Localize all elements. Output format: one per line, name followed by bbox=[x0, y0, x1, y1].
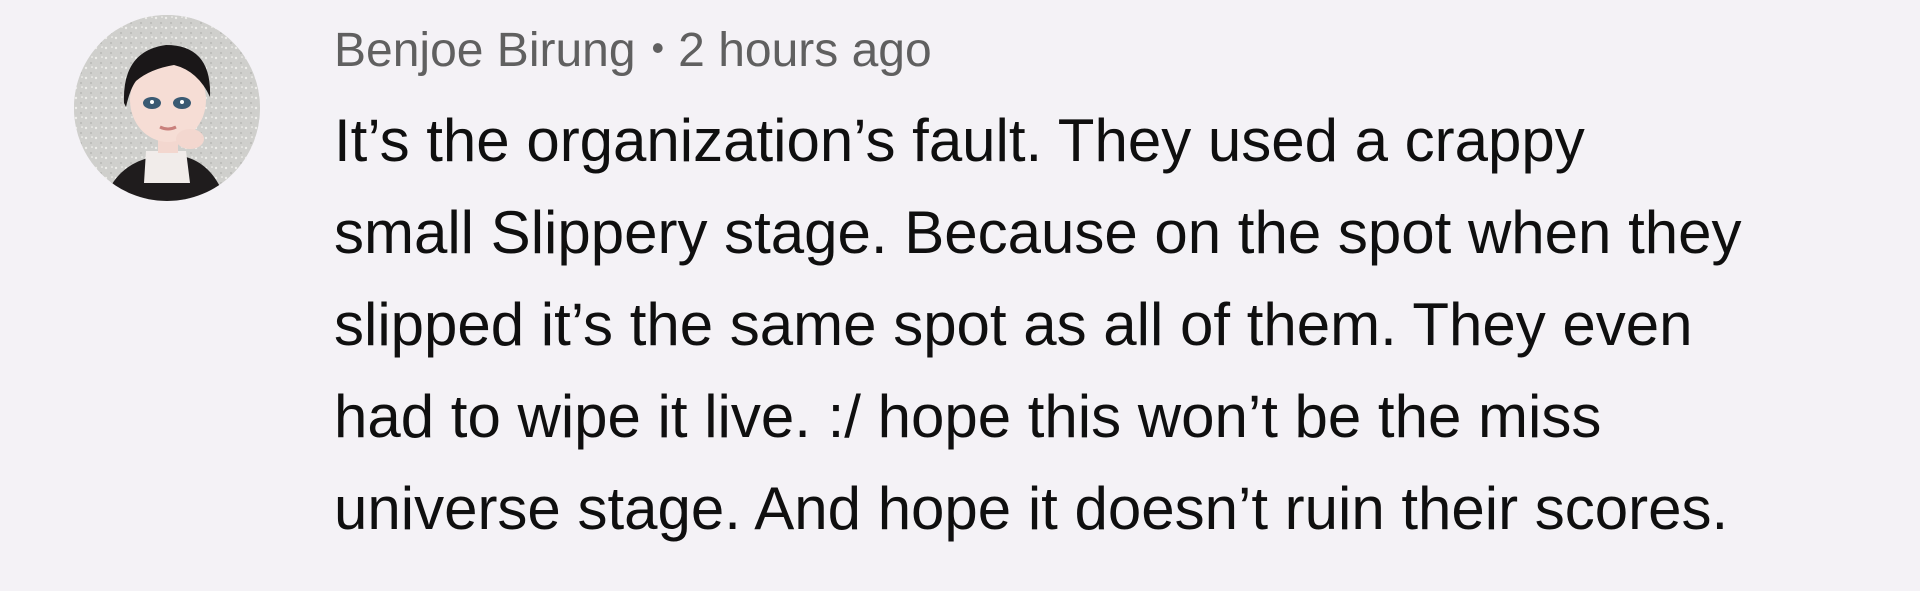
comment-meta: Benjoe Birung • 2 hours ago bbox=[334, 16, 1894, 83]
comment-text: It’s the organization’s fault. They used… bbox=[334, 107, 1742, 542]
meta-separator: • bbox=[651, 27, 665, 68]
comment-content: Benjoe Birung • 2 hours ago It’s the organ… bbox=[334, 16, 1894, 555]
user-avatar-icon bbox=[74, 15, 260, 201]
avatar[interactable] bbox=[74, 15, 260, 201]
comment-item: Benjoe Birung • 2 hours ago It’s the organ… bbox=[0, 0, 1920, 591]
author-name[interactable]: Benjoe Birung bbox=[334, 24, 636, 77]
comment-timestamp[interactable]: 2 hours ago bbox=[678, 24, 932, 77]
